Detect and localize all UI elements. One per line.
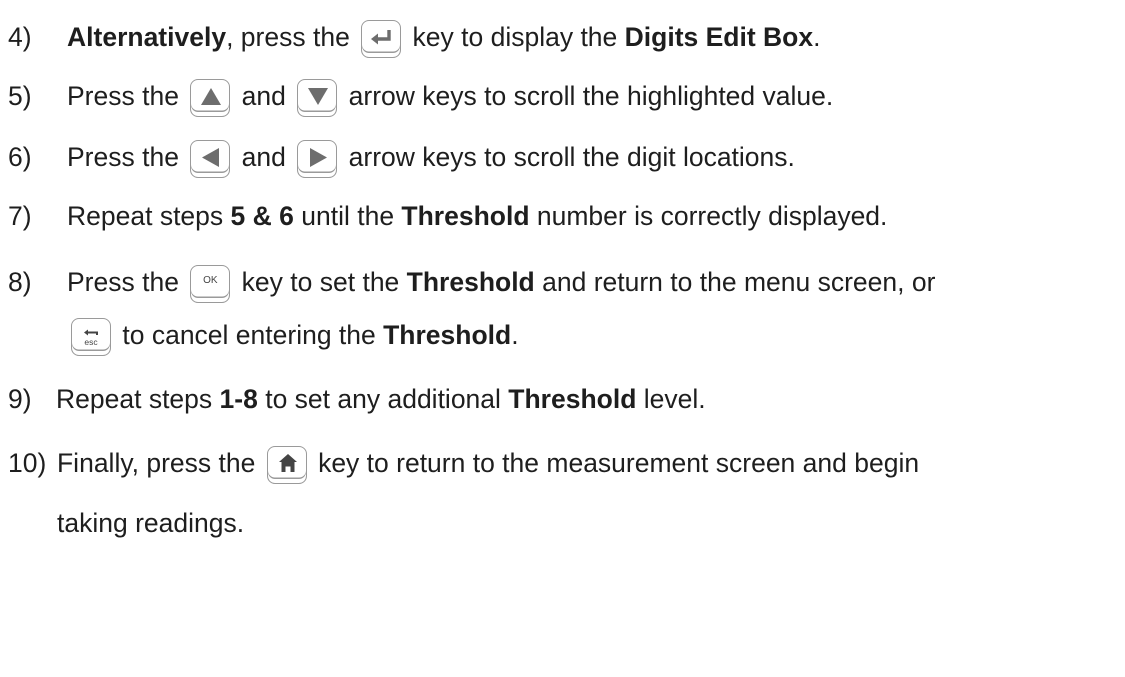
esc-key-icon: esc (71, 318, 111, 356)
step-number: 7) (8, 201, 32, 231)
step-text: Press the (67, 81, 187, 111)
step-text: until the (293, 201, 402, 231)
bold-term: Threshold (406, 267, 535, 297)
step-text: Finally, press the (57, 448, 263, 478)
ok-key-icon: OK (190, 265, 231, 303)
step-number: 9) (8, 384, 32, 414)
esc-key-label: esc (84, 337, 98, 347)
bold-term: Alternatively (67, 22, 227, 52)
step-line: taking readings. (57, 510, 244, 537)
step-text: to cancel entering the (115, 320, 384, 350)
step-text: Press the (67, 142, 187, 172)
step-text: , press the (226, 22, 358, 52)
step-line: 8) Press the OK key to set the Threshold … (8, 265, 935, 303)
step-text: level. (636, 384, 706, 414)
step-text: key to set the (234, 267, 407, 297)
step-text: . (813, 22, 821, 52)
step-line: 9) Repeat steps 1-8 to set any additional… (8, 386, 706, 413)
step-text: and (234, 142, 294, 172)
up-arrow-key-icon (190, 79, 231, 117)
step-text: arrow keys to scroll the digit locations… (341, 142, 795, 172)
step-text: key to display the (405, 22, 625, 52)
step-text: and (234, 81, 294, 111)
step-line: 4) Alternatively, press the key to displa… (8, 20, 820, 58)
step-text: to set any additional (257, 384, 509, 414)
right-arrow-key-icon (297, 140, 338, 178)
step-text: Press the (67, 267, 187, 297)
bold-term: 5 & 6 (230, 201, 294, 231)
down-arrow-key-icon (297, 79, 338, 117)
step-line: 10) Finally, press the key to return to t… (8, 446, 919, 484)
bold-term: Threshold (508, 384, 637, 414)
step-text: number is correctly displayed. (529, 201, 888, 231)
step-text: key to return to the measurement screen … (310, 448, 920, 478)
step-line: 6) Press the and arrow keys to scroll the… (8, 140, 795, 178)
step-number: 5) (8, 81, 32, 111)
step-line: esc to cancel entering the Threshold. (67, 318, 519, 356)
step-text: taking readings. (57, 508, 245, 538)
step-text: . (511, 320, 519, 350)
step-number: 4) (8, 22, 32, 52)
home-key-icon (266, 446, 307, 484)
step-text: arrow keys to scroll the highlighted val… (341, 81, 834, 111)
ok-key-label: OK (203, 275, 218, 286)
bold-term: 1-8 (219, 384, 258, 414)
step-text: Repeat steps (56, 384, 220, 414)
step-line: 7) Repeat steps 5 & 6 until the Threshold… (8, 203, 887, 230)
step-number: 8) (8, 267, 32, 297)
bold-term: Digits Edit Box (624, 22, 814, 52)
step-text: and return to the menu screen, or (534, 267, 936, 297)
bold-term: Threshold (383, 320, 512, 350)
bold-term: Threshold (401, 201, 530, 231)
step-number: 6) (8, 142, 32, 172)
step-line: 5) Press the and arrow keys to scroll the… (8, 79, 833, 117)
enter-key-icon (361, 20, 402, 58)
step-number: 10) (8, 448, 47, 478)
left-arrow-key-icon (190, 140, 231, 178)
step-text: Repeat steps (67, 201, 231, 231)
